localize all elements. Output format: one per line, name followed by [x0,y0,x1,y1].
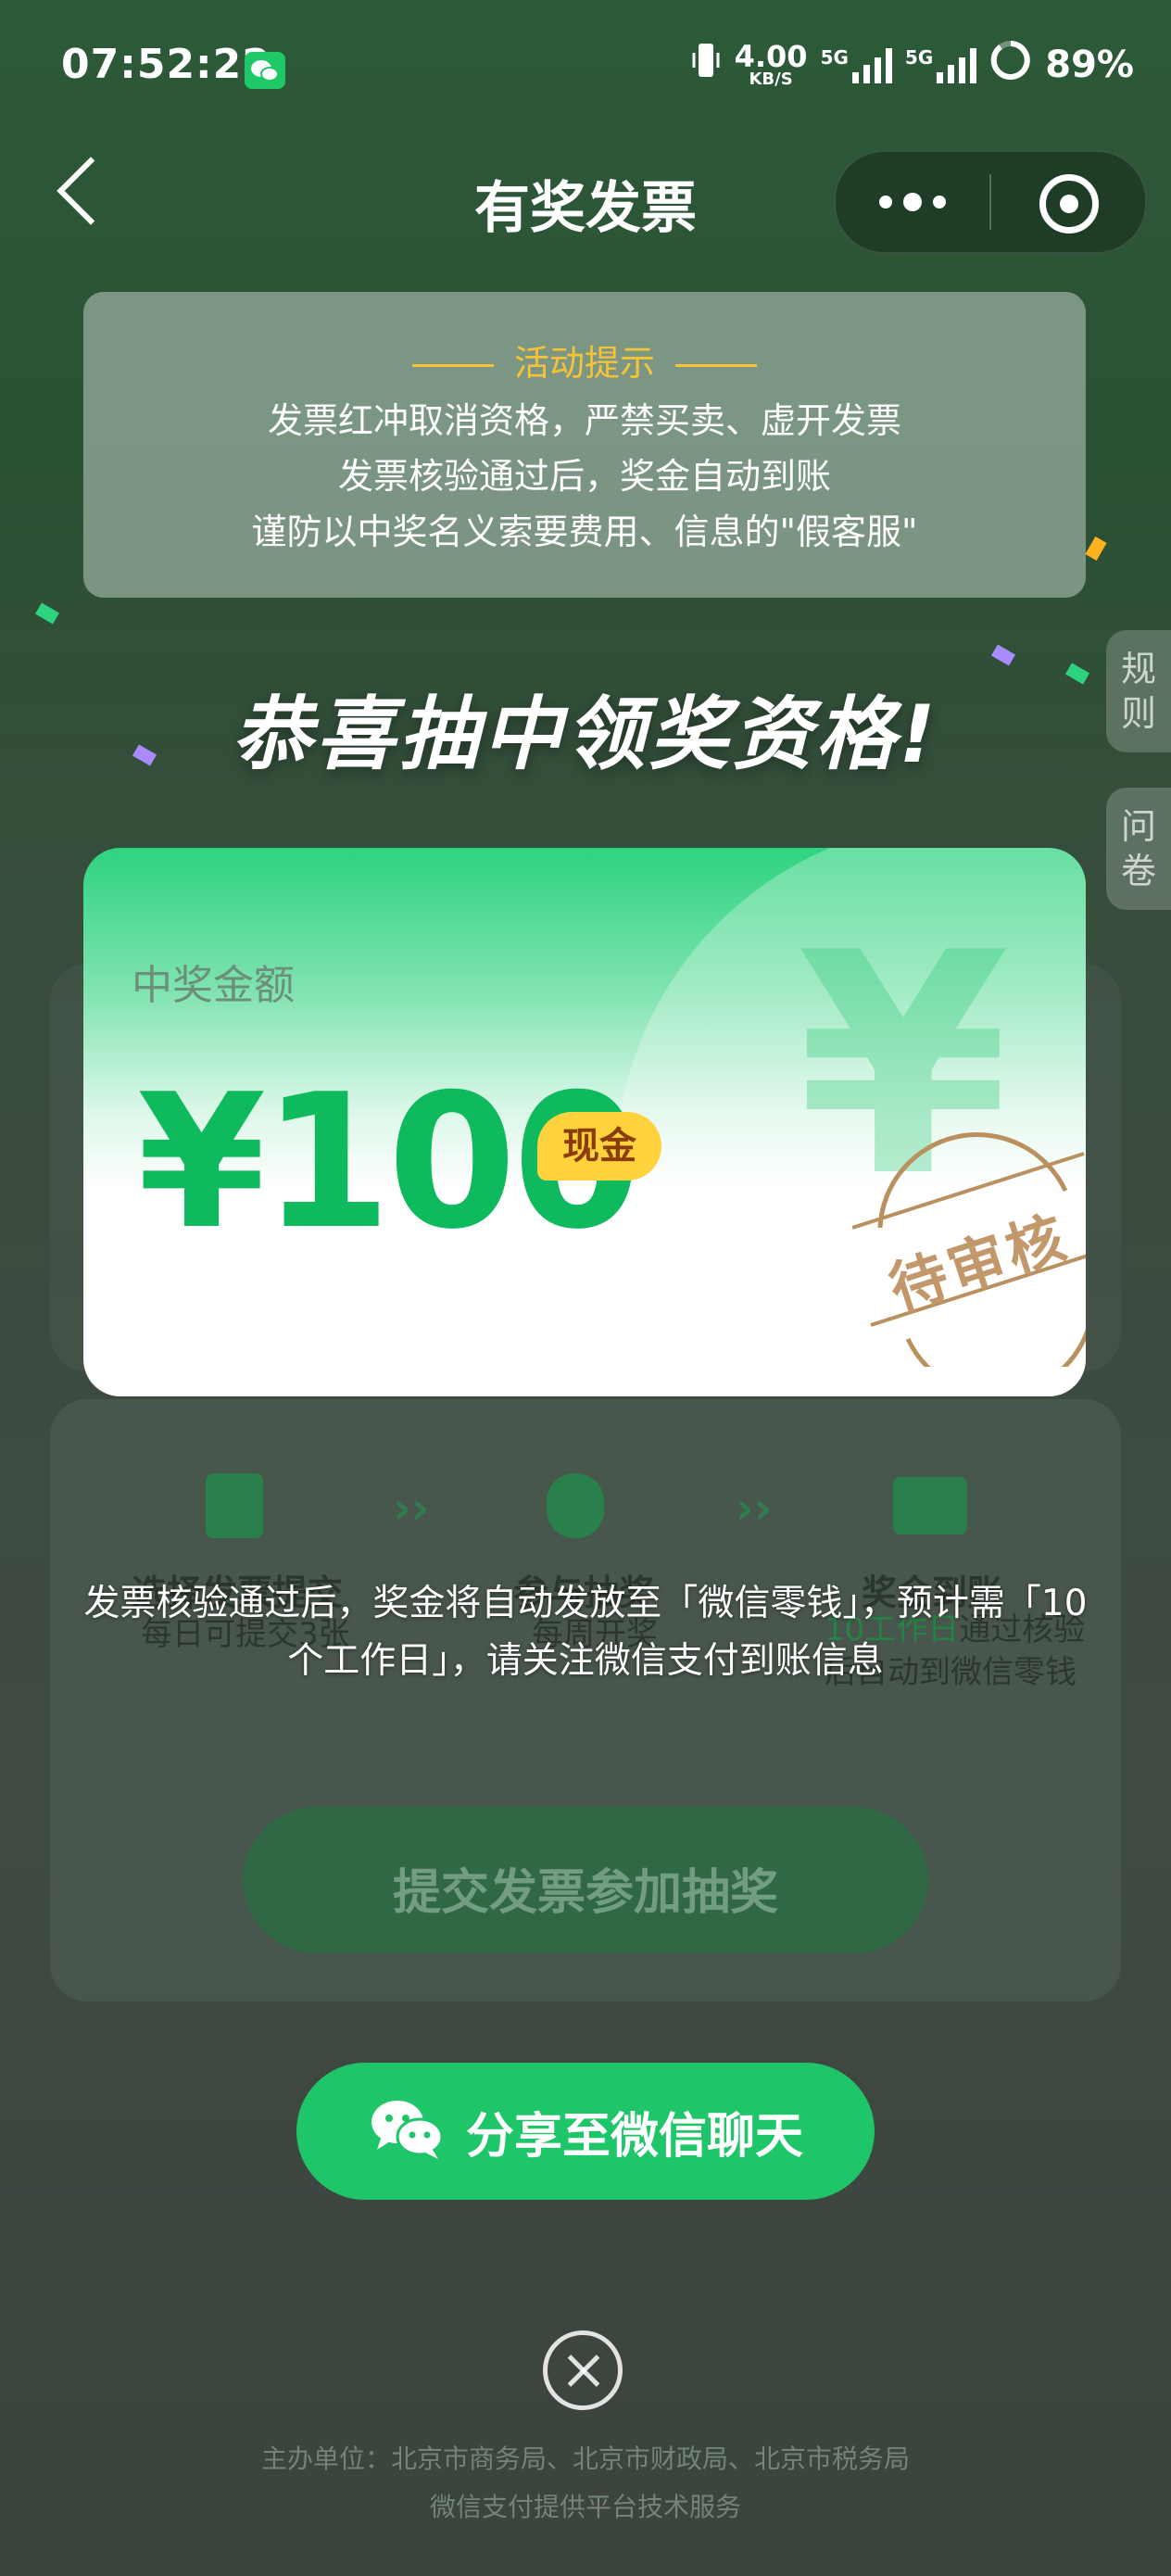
survey-tab-label: 问卷 [1120,806,1156,891]
confetti-decoration [990,644,1016,666]
net-speed-unit: KB/S [749,69,793,89]
wechat-chat-icon [368,2096,446,2166]
prize-card: ¥ 中奖金额 ¥100 现金 待审核 [83,848,1086,1396]
more-menu-button[interactable] [836,152,989,252]
cash-badge: 现金 [537,1112,661,1181]
tip-line: 发票红冲取消资格，严禁买卖、虚开发票 [267,400,901,441]
payout-notice: 发票核验通过后，奖金将自动发放至「微信零钱」，预计需「10个工作日」，请关注微信… [83,1583,1088,1682]
close-miniprogram-button[interactable] [991,152,1145,252]
tip-title: 活动提示 [513,343,655,384]
network-type-2: 5G [904,46,934,69]
battery-icon [989,39,1032,91]
submit-invoice-label: 提交发票参加抽奖 [392,1865,778,1921]
network-type-1: 5G [820,46,849,69]
signal-bars-icon [937,46,977,83]
wallet-icon [893,1477,967,1534]
money-bag-icon [547,1473,604,1538]
tip-divider-left [411,364,494,367]
share-to-wechat-button[interactable]: 分享至微信聊天 [296,2063,875,2200]
double-chevron-icon: ›› [736,1483,773,1534]
net-speed: 4.00 KB/S [735,42,808,88]
signal-1: 5G [821,46,892,83]
activity-tip-box: 活动提示 发票红冲取消资格，严禁买卖、虚开发票 发票核验通过后，奖金自动到账 谨… [83,292,1086,598]
vibrate-icon [690,40,722,90]
tip-title-row: 活动提示 [83,335,1086,385]
more-dot-icon [933,196,946,208]
miniprogram-capsule [834,150,1147,254]
more-dot-icon [903,193,922,211]
survey-tab[interactable]: 问卷 [1106,788,1171,910]
status-time: 07:52:22 [61,41,271,88]
confetti-decoration [1085,536,1107,562]
wechat-notification-icon [245,52,285,89]
platform-text: 微信支付提供平台技术服务 [429,2492,741,2522]
double-chevron-icon: ›› [393,1483,430,1534]
close-popup-icon[interactable] [543,2330,623,2410]
prize-label: 中奖金额 [132,962,295,1009]
more-dot-icon [879,196,892,208]
organizer-text: 主办单位：北京市商务局、北京市财政局、北京市税务局 [260,2443,910,2474]
document-check-icon [206,1473,263,1538]
tip-line: 发票核验通过后，奖金自动到账 [337,456,831,497]
net-speed-value: 4.00 [734,39,808,74]
tip-line: 谨防以中奖名义索要费用、信息的"假客服" [251,511,918,552]
signal-2: 5G [904,46,977,83]
congrats-heading: 恭喜抽中领奖资格! [232,688,939,781]
target-close-icon [1039,174,1099,234]
battery-percent: 89% [1045,44,1134,86]
tip-divider-right [675,364,757,367]
submit-invoice-button[interactable]: 提交发票参加抽奖 [243,1807,928,1953]
confetti-decoration [34,602,60,625]
status-indicators: 4.00 KB/S 5G 5G 89% [690,39,1134,91]
pending-review-stamp: 待审核 [852,1117,1086,1367]
share-button-label: 分享至微信聊天 [465,2108,803,2165]
signal-bars-icon [851,46,892,83]
